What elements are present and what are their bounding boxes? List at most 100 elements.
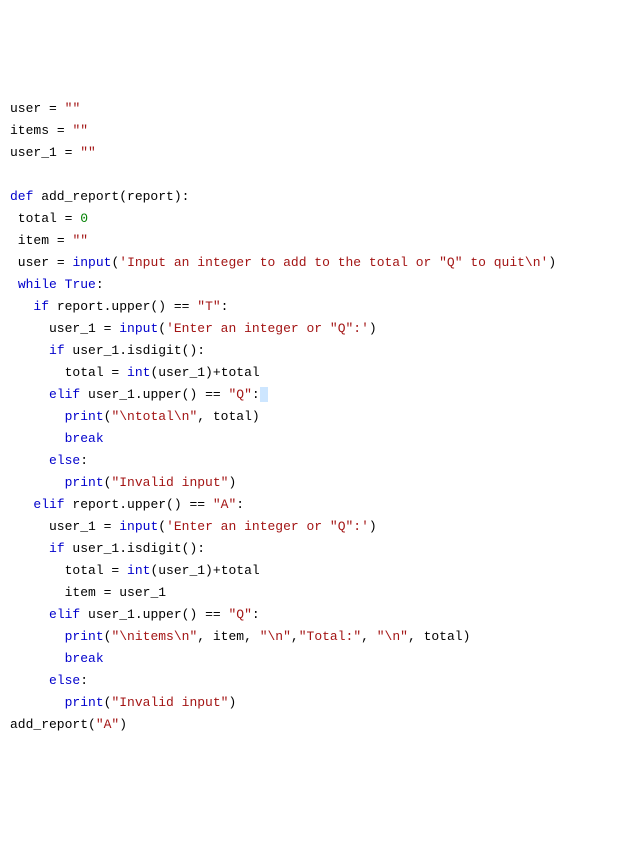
code-token: print: [65, 629, 104, 644]
code-line: else:: [10, 670, 621, 692]
code-token: print: [65, 409, 104, 424]
code-line: total = 0: [10, 208, 621, 230]
code-token: "\n": [260, 629, 291, 644]
code-token: :: [252, 387, 260, 402]
code-line: print("Invalid input"): [10, 692, 621, 714]
code-token: print: [65, 695, 104, 710]
code-token: item: [10, 585, 104, 600]
code-line: total = int(user_1)+total: [10, 362, 621, 384]
code-token: "Total:": [299, 629, 361, 644]
code-token: [10, 277, 18, 292]
code-token: [57, 101, 65, 116]
code-token: user_1.isdigit():: [65, 541, 205, 556]
code-line: user_1 = "": [10, 142, 621, 164]
code-token: [10, 541, 49, 556]
code-line: item = "": [10, 230, 621, 252]
code-token: input: [72, 255, 111, 270]
code-token: =: [57, 255, 65, 270]
code-token: print: [65, 475, 104, 490]
code-token: ==: [205, 387, 221, 402]
code-line: def add_report(report):: [10, 186, 621, 208]
code-token: :: [221, 299, 229, 314]
code-token: int: [127, 365, 150, 380]
code-token: total: [10, 563, 111, 578]
code-token: :: [80, 673, 88, 688]
code-token: ): [369, 519, 377, 534]
code-token: [10, 453, 49, 468]
code-token: ): [228, 695, 236, 710]
code-token: int: [127, 563, 150, 578]
code-token: if: [49, 343, 65, 358]
code-token: report.upper(): [49, 299, 174, 314]
code-token: ==: [174, 299, 190, 314]
code-token: , total): [197, 409, 259, 424]
code-token: else: [49, 453, 80, 468]
code-token: ,: [361, 629, 377, 644]
code-token: [10, 629, 65, 644]
code-token: user: [10, 255, 57, 270]
code-token: (: [104, 695, 112, 710]
code-token: else: [49, 673, 80, 688]
code-token: [10, 695, 65, 710]
code-token: "Invalid input": [111, 695, 228, 710]
code-token: =: [49, 101, 57, 116]
code-token: True: [65, 277, 96, 292]
code-token: "": [72, 123, 88, 138]
code-token: ): [119, 717, 127, 732]
code-line: print("\ntotal\n", total): [10, 406, 621, 428]
code-token: user_1.upper(): [80, 607, 205, 622]
code-line: user_1 = input('Enter an integer or "Q":…: [10, 318, 621, 340]
code-token: item: [10, 233, 57, 248]
code-token: 'Input an integer to add to the total or…: [119, 255, 548, 270]
code-line: user_1 = input('Enter an integer or "Q":…: [10, 516, 621, 538]
code-token: total: [221, 563, 260, 578]
code-token: "Q": [228, 607, 251, 622]
code-token: user_1: [10, 145, 65, 160]
code-token: [205, 497, 213, 512]
code-token: "": [72, 233, 88, 248]
code-token: [119, 563, 127, 578]
code-token: break: [65, 431, 104, 446]
code-line: user = input('Input an integer to add to…: [10, 252, 621, 274]
code-token: :: [252, 607, 260, 622]
code-token: ,: [291, 629, 299, 644]
code-line: items = "": [10, 120, 621, 142]
code-token: 'Enter an integer or "Q":': [166, 321, 369, 336]
code-line: elif user_1.upper() == "Q":: [10, 604, 621, 626]
code-token: while: [18, 277, 57, 292]
code-token: add_report(report):: [33, 189, 189, 204]
code-token: [10, 497, 33, 512]
code-line: else:: [10, 450, 621, 472]
code-token: ==: [189, 497, 205, 512]
code-token: def: [10, 189, 33, 204]
code-token: "Q": [228, 387, 251, 402]
code-token: ): [369, 321, 377, 336]
code-token: elif: [49, 607, 80, 622]
code-token: total: [10, 211, 65, 226]
code-line: total = int(user_1)+total: [10, 560, 621, 582]
code-line: break: [10, 648, 621, 670]
code-token: [10, 343, 49, 358]
code-line: print("Invalid input"): [10, 472, 621, 494]
code-token: [10, 409, 65, 424]
code-token: "": [65, 101, 81, 116]
code-token: user_1: [111, 585, 166, 600]
code-token: input: [119, 519, 158, 534]
code-token: if: [49, 541, 65, 556]
code-token: break: [65, 651, 104, 666]
code-token: if: [33, 299, 49, 314]
code-token: "A": [213, 497, 236, 512]
code-line: if user_1.isdigit():: [10, 340, 621, 362]
code-token: [10, 431, 65, 446]
code-token: user: [10, 101, 49, 116]
code-token: total: [221, 365, 260, 380]
code-token: (: [158, 519, 166, 534]
code-token: "": [80, 145, 96, 160]
code-token: ): [228, 475, 236, 490]
code-token: user_1: [10, 519, 104, 534]
code-line: item = user_1: [10, 582, 621, 604]
code-token: (user_1): [150, 563, 212, 578]
code-token: [10, 607, 49, 622]
code-token: items: [10, 123, 57, 138]
code-token: "T": [197, 299, 220, 314]
